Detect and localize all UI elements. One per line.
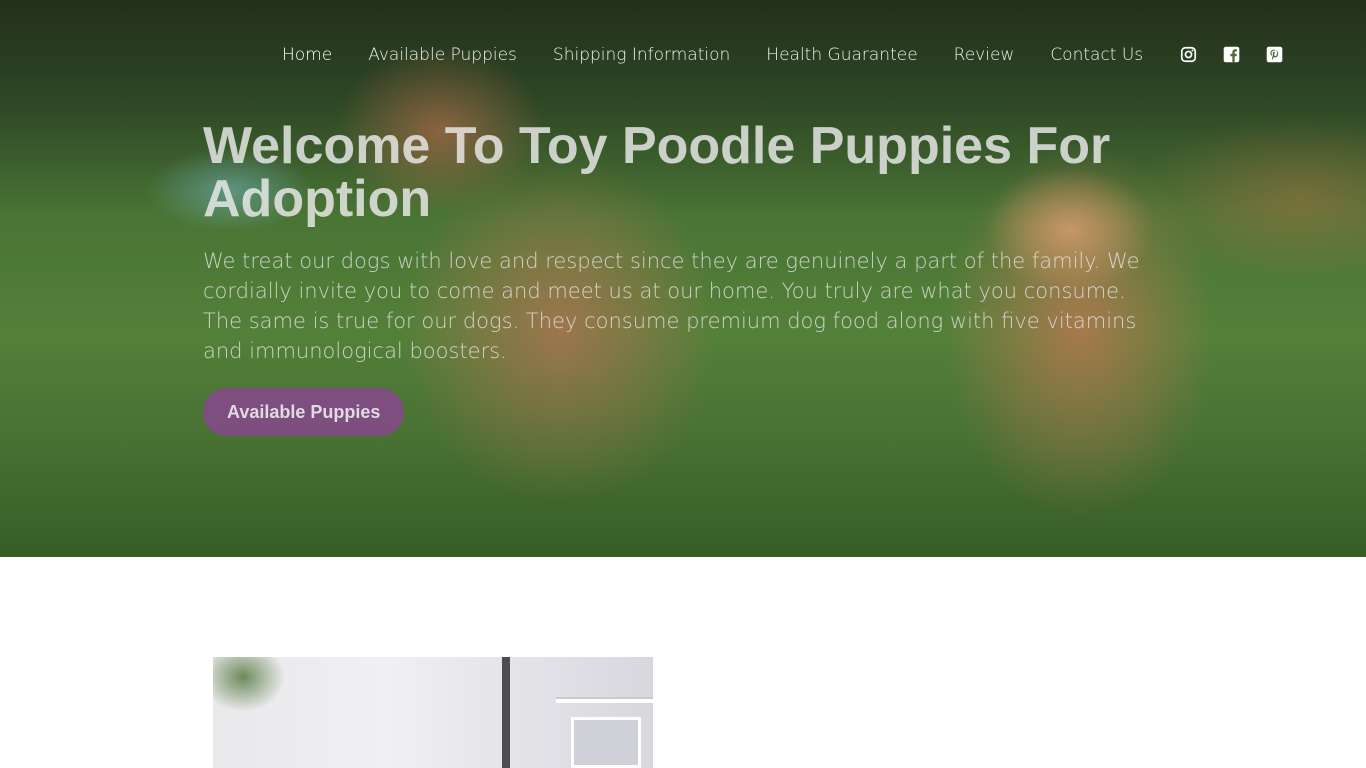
photo-post [502,657,510,768]
photo-window [571,717,641,768]
instagram-icon[interactable] [1179,45,1197,63]
hero-banner: Home Available Puppies Shipping Informat… [0,0,1366,557]
hero-title: Welcome To Toy Poodle Puppies For Adopti… [203,117,1111,228]
social-links [1179,45,1283,63]
hero-description: We treat our dogs with love and respect … [203,249,1140,363]
pinterest-icon[interactable] [1265,45,1283,63]
photo-foliage [213,657,323,768]
nav-item-home[interactable]: Home [282,45,332,65]
nav-item-contact-us[interactable]: Contact Us [1050,45,1143,65]
nav-item-health-guarantee[interactable]: Health Guarantee [766,45,917,65]
hero-content: Welcome To Toy Poodle Puppies For Adopti… [203,120,1163,436]
facebook-icon[interactable] [1222,45,1240,63]
puppy-photo [213,657,653,768]
nav-item-review[interactable]: Review [954,45,1015,65]
nav-item-available-puppies[interactable]: Available Puppies [368,45,517,65]
photo-window-sill [556,697,653,703]
available-puppies-button[interactable]: Available Puppies [203,388,405,436]
main-nav: Home Available Puppies Shipping Informat… [282,40,1179,70]
nav-item-shipping-information[interactable]: Shipping Information [553,45,730,65]
